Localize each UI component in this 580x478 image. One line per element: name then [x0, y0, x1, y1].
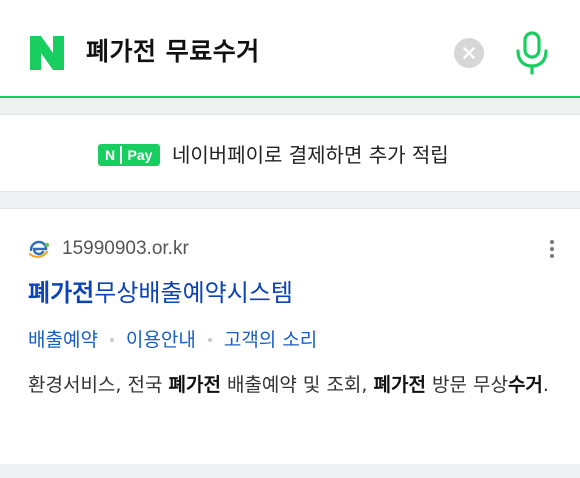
pay-banner-text: 네이버페이로 결제하면 추가 적립: [172, 143, 449, 167]
sublink-reservation[interactable]: 배출예약: [28, 325, 98, 355]
desc-highlight: 수거: [507, 374, 543, 396]
result-description: 환경서비스, 전국 폐가전 배출예약 및 조회, 폐가전 방문 무상수거.: [28, 369, 554, 401]
sublink-guide[interactable]: 이용안내: [126, 325, 196, 355]
clear-icon: [463, 47, 475, 59]
title-rest: 무상배출예약시스템: [94, 279, 293, 307]
desc-highlight: 폐가전: [373, 374, 426, 396]
naver-pay-banner[interactable]: N Pay 네이버페이로 결제하면 추가 적립: [0, 114, 580, 192]
separator-dot: [109, 338, 114, 342]
naver-logo-icon[interactable]: [28, 34, 66, 72]
site-favicon-icon: [28, 240, 49, 258]
search-header: 폐가전 무료수거: [0, 0, 580, 98]
sublink-feedback[interactable]: 고객의 소리: [224, 325, 317, 355]
desc-highlight: 폐가전: [168, 374, 221, 396]
section-divider: [0, 464, 580, 478]
search-result-card: 15990903.or.kr 폐가전무상배출예약시스템 배출예약 이용안내 고객…: [0, 208, 580, 464]
pay-badge-n: N: [100, 146, 120, 164]
pay-badge-label: Pay: [120, 146, 158, 164]
clear-search-button[interactable]: [454, 38, 484, 68]
section-divider: [0, 192, 580, 208]
section-divider: [0, 98, 580, 114]
result-title-link[interactable]: 폐가전무상배출예약시스템: [28, 275, 293, 311]
desc-text: 방문 무상: [425, 374, 508, 396]
desc-text: 환경서비스, 전국: [28, 374, 169, 396]
separator-dot: [207, 338, 212, 342]
desc-text: 배출예약 및 조회,: [220, 374, 374, 396]
search-input[interactable]: 폐가전 무료수거: [86, 32, 260, 72]
more-options-button[interactable]: [544, 237, 560, 263]
desc-text: .: [542, 374, 549, 396]
mic-icon[interactable]: [514, 30, 550, 76]
naver-pay-badge: N Pay: [98, 144, 160, 166]
result-sublinks: 배출예약 이용안내 고객의 소리: [28, 325, 317, 355]
result-site-url[interactable]: 15990903.or.kr: [62, 235, 189, 263]
title-highlight: 폐가전: [28, 279, 95, 307]
more-vert-icon: [544, 240, 560, 258]
